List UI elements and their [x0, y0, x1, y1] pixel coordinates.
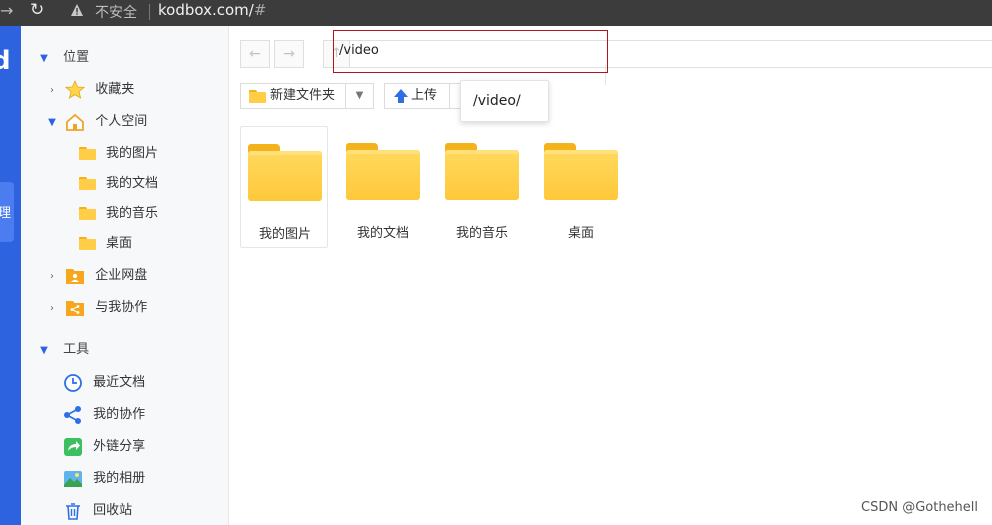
- sidebar-item-share-links[interactable]: 外链分享: [63, 435, 145, 459]
- url-separator: [149, 4, 150, 20]
- chevron-down-icon[interactable]: ▼: [37, 47, 51, 71]
- app-rail: d 理: [0, 26, 21, 525]
- file-tile[interactable]: 桌面: [537, 126, 625, 248]
- file-name: 我的图片: [258, 227, 311, 242]
- sidebar-item-music[interactable]: 我的音乐: [79, 202, 158, 226]
- enterprise-folder-icon: [66, 268, 85, 284]
- file-name: 我的文档: [356, 226, 409, 241]
- file-name: 我的音乐: [455, 226, 508, 241]
- arrow-left-icon: ←: [249, 46, 261, 62]
- sidebar-item-label: 我的图片: [106, 146, 159, 161]
- trash-icon: [66, 502, 80, 520]
- new-folder-button[interactable]: 新建文件夹: [240, 83, 346, 109]
- sidebar-item-label: 与我协作: [95, 300, 148, 315]
- sidebar-section-label: 工具: [63, 342, 90, 357]
- upload-label: 上传: [411, 88, 438, 103]
- folder-icon: [544, 143, 618, 200]
- forward-button[interactable]: →: [274, 40, 304, 68]
- sidebar-item-label: 最近文档: [93, 375, 146, 390]
- sidebar-item-pictures[interactable]: 我的图片: [79, 142, 158, 166]
- arrow-right-icon: →: [283, 46, 295, 62]
- sidebar-item-desktop[interactable]: 桌面: [79, 232, 132, 256]
- star-icon: [65, 79, 86, 99]
- reload-icon[interactable]: ↻: [30, 0, 44, 20]
- folder-icon: [79, 207, 96, 220]
- forward-icon[interactable]: →: [0, 1, 13, 20]
- back-button[interactable]: ←: [240, 40, 270, 68]
- chevron-right-icon[interactable]: ›: [45, 79, 59, 103]
- sidebar-item-album[interactable]: 我的相册: [63, 467, 145, 491]
- path-input-highlight[interactable]: [333, 30, 608, 73]
- folder-icon: [79, 147, 96, 160]
- upload-arrow-icon: [394, 88, 408, 103]
- rail-item-active[interactable]: 理: [0, 182, 14, 242]
- sidebar-section-label: 位置: [63, 50, 90, 65]
- sidebar-item-label: 我的文档: [106, 176, 159, 191]
- insecure-label[interactable]: 不安全: [95, 2, 137, 22]
- browser-toolbar: → ↻ 不安全 kodbox.com/#: [0, 0, 992, 26]
- address-url: kodbox.com/: [158, 1, 254, 19]
- sidebar: ▼ 位置 › 收藏夹 ▼ 个人空间 我的图片 我的文档 我的音乐 桌面 › 企业…: [21, 26, 229, 525]
- new-folder-label: 新建文件夹: [270, 88, 336, 103]
- folder-icon: [249, 89, 266, 103]
- sidebar-item-recycle-bin[interactable]: 回收站: [63, 499, 132, 523]
- rail-item-label: 理: [0, 206, 12, 221]
- folder-icon: [79, 237, 96, 250]
- chevron-right-icon[interactable]: ›: [45, 265, 59, 289]
- upload-button[interactable]: 上传: [384, 83, 450, 109]
- sidebar-item-label: 我的相册: [93, 471, 146, 486]
- sidebar-item-documents[interactable]: 我的文档: [79, 172, 158, 196]
- file-tile[interactable]: 我的图片: [240, 126, 328, 248]
- sidebar-item-label: 我的协作: [93, 407, 146, 422]
- sidebar-item-recent[interactable]: 最近文档: [63, 371, 145, 395]
- sidebar-item-collab[interactable]: › 与我协作: [45, 296, 147, 320]
- home-icon: [66, 113, 85, 131]
- folder-icon: [445, 143, 519, 200]
- sidebar-item-label: 桌面: [106, 236, 133, 251]
- clock-icon: [64, 373, 82, 392]
- address-bar[interactable]: kodbox.com/#: [158, 1, 266, 19]
- sidebar-item-favorites[interactable]: › 收藏夹: [45, 78, 134, 102]
- external-share-icon: [64, 437, 82, 456]
- file-tile[interactable]: 我的文档: [339, 126, 427, 248]
- folder-icon: [248, 144, 322, 201]
- chevron-right-icon[interactable]: ›: [45, 297, 59, 321]
- warning-icon[interactable]: [70, 3, 84, 17]
- file-tile[interactable]: 我的音乐: [438, 126, 526, 248]
- path-input[interactable]: [335, 39, 475, 61]
- sidebar-item-label: 我的音乐: [106, 206, 159, 221]
- sidebar-item-label: 外链分享: [93, 439, 146, 454]
- folder-icon: [346, 143, 420, 200]
- chevron-down-icon[interactable]: ▼: [37, 339, 51, 363]
- shared-folder-icon: [66, 300, 85, 316]
- app-logo[interactable]: d: [0, 48, 20, 74]
- caret-down-icon: ▼: [355, 90, 364, 101]
- share-nodes-icon: [64, 405, 81, 424]
- sidebar-item-enterprise[interactable]: › 企业网盘: [45, 264, 147, 288]
- path-suggestion-popup[interactable]: /video/: [460, 80, 549, 122]
- sidebar-item-my-collab[interactable]: 我的协作: [63, 403, 145, 427]
- photo-album-icon: [64, 470, 82, 487]
- sidebar-item-personal-space[interactable]: ▼ 个人空间: [45, 110, 147, 134]
- sidebar-item-label: 个人空间: [95, 114, 148, 129]
- file-name: 桌面: [567, 226, 594, 241]
- watermark: CSDN @Gothehell: [861, 500, 979, 515]
- address-hash: #: [253, 1, 267, 19]
- sidebar-item-label: 企业网盘: [95, 268, 148, 283]
- sidebar-section-tools[interactable]: ▼ 工具: [37, 338, 89, 362]
- folder-icon: [79, 177, 96, 190]
- new-folder-dropdown[interactable]: ▼: [346, 83, 374, 109]
- path-suggestion-item[interactable]: /video/: [473, 93, 521, 109]
- sidebar-item-label: 收藏夹: [95, 82, 135, 97]
- sidebar-item-label: 回收站: [93, 503, 133, 518]
- chevron-down-icon[interactable]: ▼: [45, 111, 59, 135]
- main-panel: ← → ↑ 新建文件夹 ▼ 上传 /video/ 我的图片 我的文档 我的音乐 …: [229, 26, 992, 525]
- sidebar-section-location[interactable]: ▼ 位置: [37, 46, 89, 70]
